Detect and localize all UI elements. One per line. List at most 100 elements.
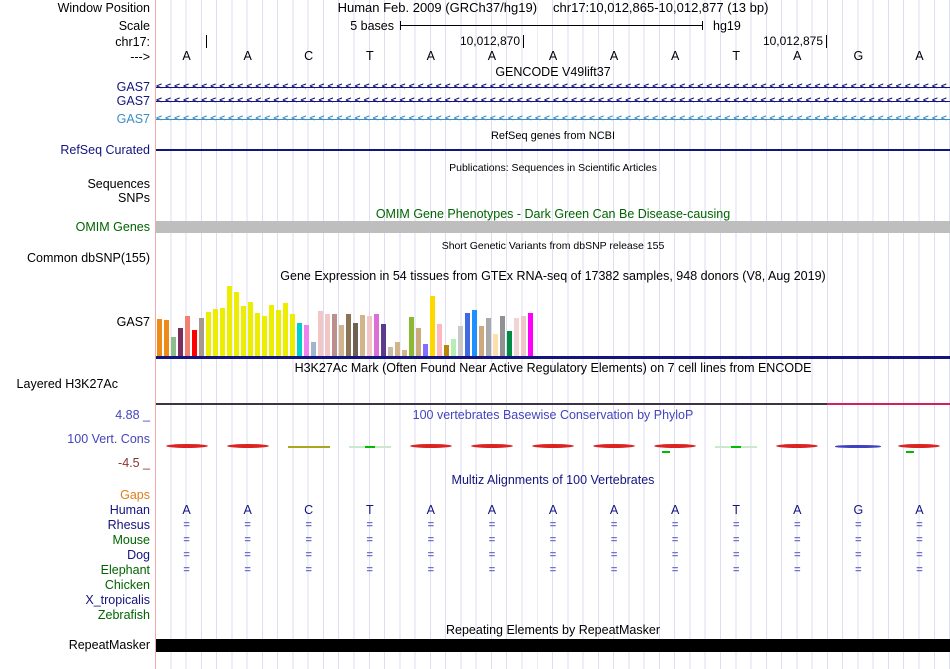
gtex-tissue-bar[interactable] [402,350,407,356]
gtex-tissue-bar[interactable] [227,286,232,356]
gtex-tissue-bar[interactable] [346,314,351,356]
track-header-repeatmasker[interactable]: Repeating Elements by RepeatMasker [156,624,950,637]
gtex-tissue-bar[interactable] [269,305,274,356]
gtex-tissue-bar[interactable] [311,342,316,356]
gtex-tissue-bar[interactable] [332,314,337,356]
refseq-curated-gene-bar[interactable] [156,149,950,151]
track-label-gtex-gene[interactable]: GAS7 [0,315,150,329]
gtex-tissue-bar[interactable] [304,325,309,356]
track-header-publications[interactable]: Publications: Sequences in Scientific Ar… [156,162,950,175]
gtex-tissue-bar[interactable] [248,302,253,356]
gtex-tissue-bar[interactable] [395,342,400,356]
track-header-phylop[interactable]: 100 vertebrates Basewise Conservation by… [156,409,950,422]
gtex-tissue-bar[interactable] [325,314,330,356]
transcript-strand-arrows[interactable]: <<<<<<<<<<<<<<<<<<<<<<<<<<<<<<<<<<<<<<<<… [156,113,950,125]
gtex-tissue-bar[interactable] [206,312,211,356]
track-label-sequences[interactable]: Sequences [0,177,150,191]
species-label-human[interactable]: Human [0,503,150,517]
h3k27ac-signal-crimson[interactable] [827,403,950,405]
gtex-tissue-bar[interactable] [374,314,379,356]
gtex-tissue-bar[interactable] [381,324,386,356]
omim-gene-bar[interactable] [156,221,950,233]
gtex-expression-chart[interactable] [156,284,950,356]
track-label-vert-cons[interactable]: 100 Vert. Cons [0,432,150,446]
gtex-tissue-bar[interactable] [276,310,281,356]
gtex-tissue-bar[interactable] [234,292,239,356]
track-label-snps[interactable]: SNPs [0,191,150,205]
track-header-gencode[interactable]: GENCODE V49lift37 [156,66,950,79]
gtex-tissue-bar[interactable] [458,326,463,356]
gtex-tissue-bar[interactable] [423,344,428,356]
conservation-dash[interactable] [731,446,741,448]
transcript-strand-arrows[interactable]: <<<<<<<<<<<<<<<<<<<<<<<<<<<<<<<<<<<<<<<<… [156,81,950,93]
gtex-tissue-bar[interactable] [472,310,477,356]
track-label-repeatmasker[interactable]: RepeatMasker [0,638,150,652]
gtex-tissue-bar[interactable] [241,306,246,356]
track-header-h3k27ac[interactable]: H3K27Ac Mark (Often Found Near Active Re… [156,362,950,375]
track-header-refseq[interactable]: RefSeq genes from NCBI [156,130,950,143]
track-label-layered-h3k27ac[interactable]: Layered H3K27Ac [0,377,118,391]
gtex-tissue-bar[interactable] [157,319,162,356]
conservation-segment[interactable] [471,444,513,448]
h3k27ac-signal-dark[interactable] [156,403,827,405]
gtex-tissue-bar[interactable] [192,330,197,356]
gtex-tissue-bar[interactable] [409,317,414,356]
gtex-tissue-bar[interactable] [444,345,449,356]
gtex-tissue-bar[interactable] [367,316,372,356]
gtex-tissue-bar[interactable] [521,316,526,356]
gtex-tissue-bar[interactable] [339,325,344,356]
track-header-dbsnp[interactable]: Short Genetic Variants from dbSNP releas… [156,240,950,253]
conservation-segment[interactable] [410,444,452,448]
track-header-omim[interactable]: OMIM Gene Phenotypes - Dark Green Can Be… [156,208,950,221]
species-label-zebrafish[interactable]: Zebrafish [0,608,150,622]
species-label-x_tropicalis[interactable]: X_tropicalis [0,593,150,607]
gtex-tissue-bar[interactable] [430,296,435,356]
gtex-tissue-bar[interactable] [360,315,365,356]
gtex-tissue-bar[interactable] [262,316,267,356]
conservation-dash[interactable] [662,451,670,453]
conservation-segment[interactable] [654,444,696,448]
species-label-elephant[interactable]: Elephant [0,563,150,577]
gtex-tissue-bar[interactable] [479,326,484,356]
gtex-tissue-bar[interactable] [171,337,176,356]
gtex-tissue-bar[interactable] [493,334,498,356]
gtex-tissue-bar[interactable] [514,318,519,356]
species-label-chicken[interactable]: Chicken [0,578,150,592]
gene-label-gas7[interactable]: GAS7 [0,80,150,94]
gtex-tissue-bar[interactable] [486,318,491,356]
species-label-mouse[interactable]: Mouse [0,533,150,547]
conservation-segment[interactable] [532,444,574,448]
track-label-refseq-curated[interactable]: RefSeq Curated [0,143,150,157]
species-label-rhesus[interactable]: Rhesus [0,518,150,532]
gtex-tissue-bar[interactable] [283,303,288,356]
gtex-baseline[interactable] [156,356,950,359]
track-label-common-dbsnp[interactable]: Common dbSNP(155) [0,251,150,265]
gtex-tissue-bar[interactable] [528,313,533,356]
gtex-tissue-bar[interactable] [318,311,323,356]
gtex-tissue-bar[interactable] [297,323,302,356]
track-header-gtex[interactable]: Gene Expression in 54 tissues from GTEx … [156,270,950,283]
gtex-tissue-bar[interactable] [290,314,295,356]
transcript-strand-arrows[interactable]: <<<<<<<<<<<<<<<<<<<<<<<<<<<<<<<<<<<<<<<<… [156,95,950,107]
gtex-tissue-bar[interactable] [437,324,442,356]
gene-label-gas7[interactable]: GAS7 [0,94,150,108]
conservation-segment[interactable] [166,444,208,448]
gtex-tissue-bar[interactable] [353,323,358,356]
conservation-segment[interactable] [776,444,818,448]
conservation-dash[interactable] [365,446,375,448]
conservation-segment[interactable] [227,444,269,448]
gtex-tissue-bar[interactable] [199,318,204,356]
gtex-tissue-bar[interactable] [465,313,470,356]
gtex-tissue-bar[interactable] [164,320,169,356]
track-label-omim-genes[interactable]: OMIM Genes [0,220,150,234]
gtex-tissue-bar[interactable] [507,331,512,356]
gene-label-gas7[interactable]: GAS7 [0,112,150,126]
gtex-tissue-bar[interactable] [255,313,260,356]
gtex-tissue-bar[interactable] [220,308,225,356]
gtex-tissue-bar[interactable] [178,328,183,356]
gtex-tissue-bar[interactable] [213,309,218,356]
gtex-tissue-bar[interactable] [451,339,456,356]
repeatmasker-element-bar[interactable] [156,639,950,652]
gtex-tissue-bar[interactable] [500,316,505,356]
conservation-segment[interactable] [835,445,881,448]
